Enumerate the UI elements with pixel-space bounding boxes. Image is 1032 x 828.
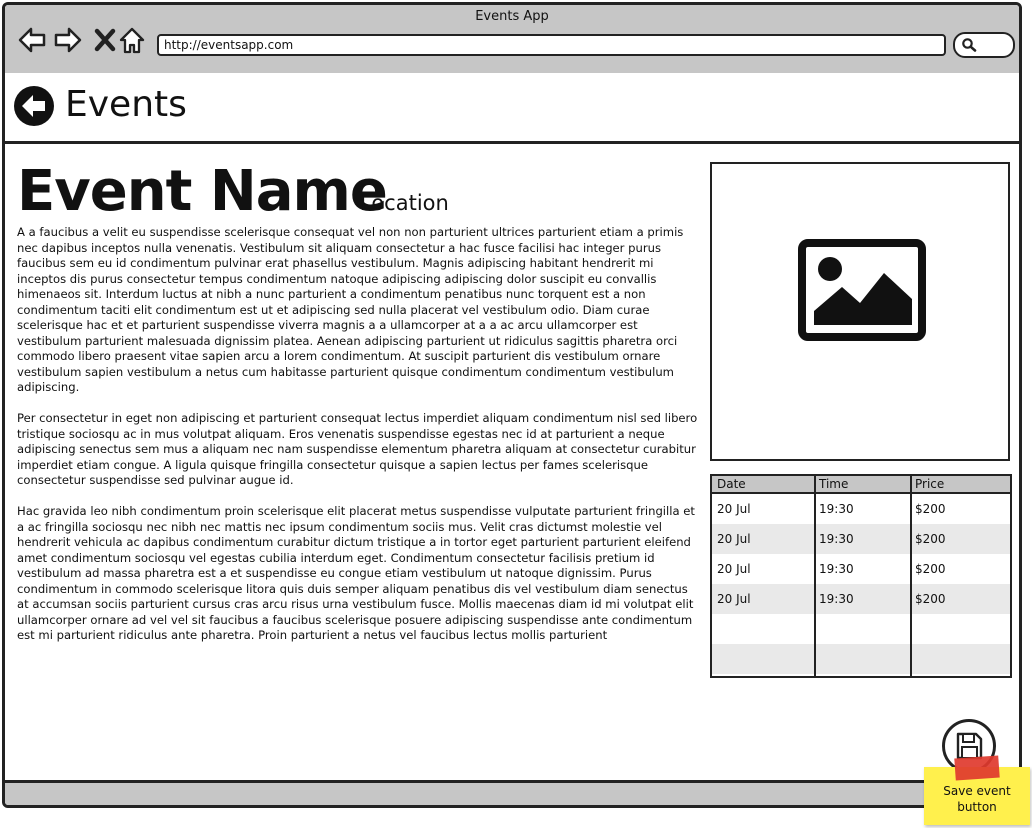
description-paragraph: A a faucibus a velit eu suspendisse scel… [17,225,684,394]
table-row [712,644,1010,674]
event-name: Event Name [17,159,388,224]
search-icon [962,38,977,52]
back-button[interactable] [13,85,55,127]
column-header-price: Price [915,477,945,491]
title-bar: Events App http://eventsapp.com [5,5,1019,76]
cell-price: $200 [915,502,946,516]
table-row [712,614,1010,644]
back-arrow-icon[interactable] [17,25,47,55]
cell-time: 19:30 [819,562,854,576]
table-header: Date Time Price [712,476,1010,494]
window-title: Events App [475,9,549,24]
address-bar[interactable]: http://eventsapp.com [157,34,946,56]
table-row[interactable]: 20 Jul 19:30 $200 [712,554,1010,584]
page-header: Events [5,73,1019,144]
column-header-time: Time [819,477,849,491]
cell-date: 20 Jul [717,532,751,546]
forward-arrow-icon[interactable] [53,25,83,55]
browser-window: Events App http://eventsapp.com Events E… [2,2,1022,808]
column-divider [814,476,816,676]
column-header-date: Date [717,477,746,491]
cell-price: $200 [915,592,946,606]
cell-date: 20 Jul [717,562,751,576]
column-divider [910,476,912,676]
cell-date: 20 Jul [717,592,751,606]
cell-price: $200 [915,562,946,576]
event-location: Location [360,191,449,215]
status-bar [5,780,1019,805]
image-placeholder-icon [798,239,926,341]
cell-time: 19:30 [819,532,854,546]
event-image [710,162,1010,461]
table-row[interactable]: 20 Jul 19:30 $200 [712,584,1010,614]
annotation-text: Save event button [943,784,1011,814]
table-row[interactable]: 20 Jul 19:30 $200 [712,494,1010,524]
description-paragraph: Per consectetur in eget non adipiscing e… [17,411,698,487]
event-description: A a faucibus a velit eu suspendisse scel… [17,225,701,659]
table-row[interactable]: 20 Jul 19:30 $200 [712,524,1010,554]
schedule-table: Date Time Price 20 Jul 19:30 $200 20 Jul… [710,474,1012,678]
page-title: Events [65,84,187,125]
home-icon[interactable] [117,25,147,55]
cell-date: 20 Jul [717,502,751,516]
description-paragraph: Hac gravida leo nibh condimentum proin s… [17,504,695,642]
cell-price: $200 [915,532,946,546]
cell-time: 19:30 [819,502,854,516]
search-field[interactable] [953,32,1015,58]
cell-time: 19:30 [819,592,854,606]
sticky-tape [954,755,1000,781]
